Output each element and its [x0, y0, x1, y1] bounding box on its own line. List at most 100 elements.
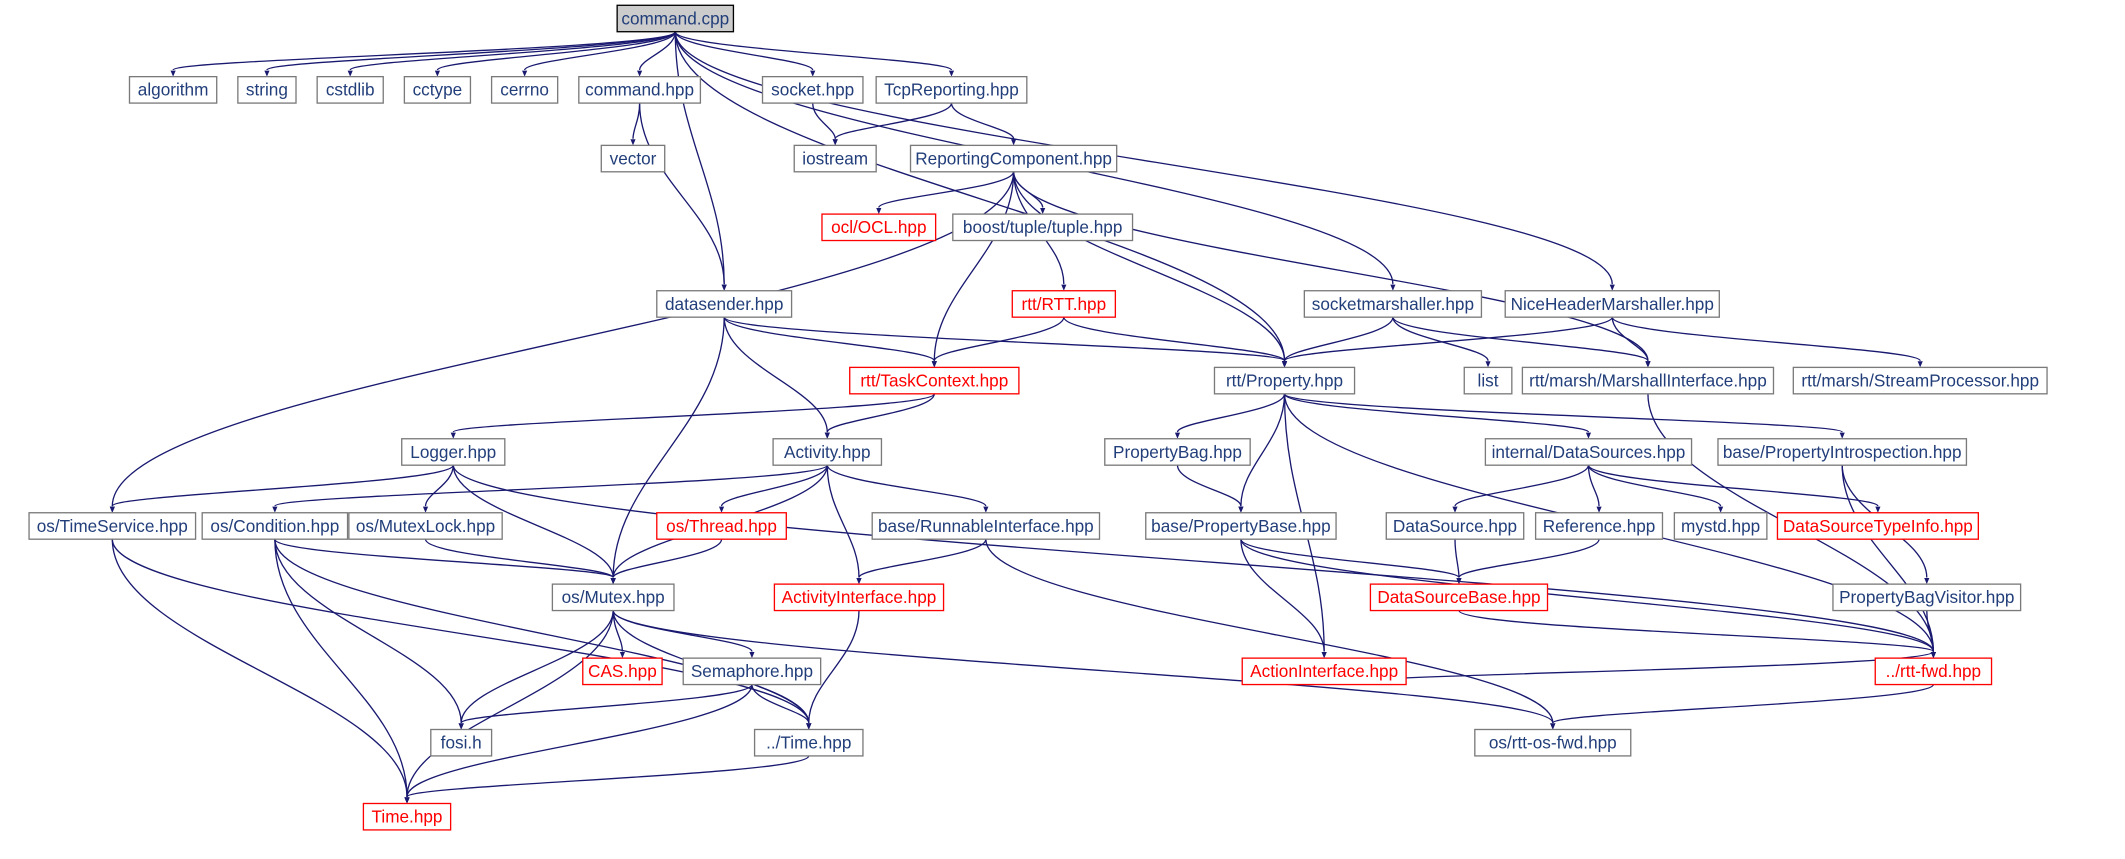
- graph-node[interactable]: algorithm: [129, 77, 216, 103]
- graph-node[interactable]: fosi.h: [431, 729, 492, 755]
- node-box[interactable]: [404, 77, 470, 103]
- node-box[interactable]: [683, 658, 820, 684]
- node-box[interactable]: [1105, 439, 1250, 465]
- node-box[interactable]: [763, 77, 863, 103]
- node-box[interactable]: [953, 214, 1133, 240]
- node-box[interactable]: [822, 214, 936, 240]
- node-box[interactable]: [773, 439, 881, 465]
- node-box[interactable]: [1793, 367, 2047, 393]
- graph-node[interactable]: vector: [601, 145, 664, 171]
- graph-node[interactable]: Semaphore.hpp: [683, 658, 820, 684]
- graph-node[interactable]: ActivityInterface.hpp: [774, 584, 943, 610]
- graph-node[interactable]: command.cpp: [617, 5, 733, 31]
- node-box[interactable]: [794, 145, 876, 171]
- node-box[interactable]: [617, 5, 733, 31]
- node-box[interactable]: [1875, 658, 1991, 684]
- node-box[interactable]: [1505, 291, 1719, 317]
- graph-node[interactable]: string: [238, 77, 296, 103]
- node-box[interactable]: [29, 513, 196, 539]
- graph-node[interactable]: cerrno: [492, 77, 558, 103]
- graph-node[interactable]: DataSource.hpp: [1386, 513, 1523, 539]
- node-box[interactable]: [1370, 584, 1547, 610]
- graph-node[interactable]: boost/tuple/tuple.hpp: [953, 214, 1133, 240]
- node-box[interactable]: [1464, 367, 1512, 393]
- graph-node[interactable]: os/Thread.hpp: [657, 513, 787, 539]
- graph-node[interactable]: Reference.hpp: [1536, 513, 1663, 539]
- node-box[interactable]: [601, 145, 664, 171]
- node-box[interactable]: [579, 77, 701, 103]
- graph-node[interactable]: command.hpp: [579, 77, 701, 103]
- graph-node[interactable]: list: [1464, 367, 1512, 393]
- graph-node[interactable]: cstdlib: [317, 77, 383, 103]
- graph-node[interactable]: rtt/marsh/MarshallInterface.hpp: [1522, 367, 1773, 393]
- node-box[interactable]: [1146, 513, 1336, 539]
- node-box[interactable]: [1833, 584, 2021, 610]
- graph-node[interactable]: socketmarshaller.hpp: [1304, 291, 1481, 317]
- node-box[interactable]: [363, 803, 450, 829]
- node-box[interactable]: [349, 513, 502, 539]
- graph-node[interactable]: Time.hpp: [363, 803, 450, 829]
- graph-node[interactable]: os/rtt-os-fwd.hpp: [1475, 729, 1631, 755]
- node-box[interactable]: [492, 77, 558, 103]
- node-box[interactable]: [1012, 291, 1115, 317]
- node-box[interactable]: [755, 729, 863, 755]
- graph-node[interactable]: ../rtt-fwd.hpp: [1875, 658, 1991, 684]
- graph-node[interactable]: DataSourceTypeInfo.hpp: [1777, 513, 1978, 539]
- node-box[interactable]: [1536, 513, 1663, 539]
- graph-node[interactable]: cctype: [404, 77, 470, 103]
- node-box[interactable]: [1777, 513, 1978, 539]
- graph-node[interactable]: os/TimeService.hpp: [29, 513, 196, 539]
- node-box[interactable]: [238, 77, 296, 103]
- graph-node[interactable]: CAS.hpp: [583, 658, 662, 684]
- node-box[interactable]: [1522, 367, 1773, 393]
- graph-node[interactable]: base/PropertyIntrospection.hpp: [1718, 439, 1966, 465]
- node-box[interactable]: [876, 77, 1027, 103]
- graph-node[interactable]: datasender.hpp: [657, 291, 792, 317]
- graph-node[interactable]: ocl/OCL.hpp: [822, 214, 936, 240]
- graph-node[interactable]: base/PropertyBase.hpp: [1146, 513, 1336, 539]
- graph-node[interactable]: rtt/TaskContext.hpp: [850, 367, 1019, 393]
- graph-node[interactable]: internal/DataSources.hpp: [1485, 439, 1691, 465]
- graph-node[interactable]: rtt/RTT.hpp: [1012, 291, 1115, 317]
- node-box[interactable]: [657, 513, 787, 539]
- graph-node[interactable]: rtt/marsh/StreamProcessor.hpp: [1793, 367, 2047, 393]
- graph-node[interactable]: Activity.hpp: [773, 439, 881, 465]
- node-box[interactable]: [1304, 291, 1481, 317]
- graph-node[interactable]: rtt/Property.hpp: [1214, 367, 1354, 393]
- node-box[interactable]: [657, 291, 792, 317]
- graph-node[interactable]: ActionInterface.hpp: [1242, 658, 1406, 684]
- graph-node[interactable]: ../Time.hpp: [755, 729, 863, 755]
- node-box[interactable]: [1485, 439, 1691, 465]
- graph-node[interactable]: base/RunnableInterface.hpp: [872, 513, 1099, 539]
- graph-node[interactable]: os/Condition.hpp: [202, 513, 347, 539]
- graph-node[interactable]: NiceHeaderMarshaller.hpp: [1505, 291, 1719, 317]
- node-box[interactable]: [129, 77, 216, 103]
- graph-node[interactable]: Logger.hpp: [402, 439, 505, 465]
- graph-node[interactable]: iostream: [794, 145, 876, 171]
- node-box[interactable]: [317, 77, 383, 103]
- graph-node[interactable]: DataSourceBase.hpp: [1370, 584, 1547, 610]
- node-box[interactable]: [850, 367, 1019, 393]
- node-box[interactable]: [1475, 729, 1631, 755]
- graph-node[interactable]: TcpReporting.hpp: [876, 77, 1027, 103]
- node-box[interactable]: [431, 729, 492, 755]
- node-box[interactable]: [1674, 513, 1767, 539]
- node-box[interactable]: [583, 658, 662, 684]
- graph-node[interactable]: ReportingComponent.hpp: [911, 145, 1117, 171]
- node-box[interactable]: [911, 145, 1117, 171]
- node-box[interactable]: [552, 584, 674, 610]
- graph-node[interactable]: mystd.hpp: [1674, 513, 1767, 539]
- node-box[interactable]: [1718, 439, 1966, 465]
- node-box[interactable]: [202, 513, 347, 539]
- graph-node[interactable]: socket.hpp: [763, 77, 863, 103]
- graph-node[interactable]: PropertyBagVisitor.hpp: [1833, 584, 2021, 610]
- node-box[interactable]: [872, 513, 1099, 539]
- node-box[interactable]: [1242, 658, 1406, 684]
- node-box[interactable]: [774, 584, 943, 610]
- graph-node[interactable]: os/MutexLock.hpp: [349, 513, 502, 539]
- node-box[interactable]: [1214, 367, 1354, 393]
- node-box[interactable]: [402, 439, 505, 465]
- graph-node[interactable]: os/Mutex.hpp: [552, 584, 674, 610]
- graph-node[interactable]: PropertyBag.hpp: [1105, 439, 1250, 465]
- node-box[interactable]: [1386, 513, 1523, 539]
